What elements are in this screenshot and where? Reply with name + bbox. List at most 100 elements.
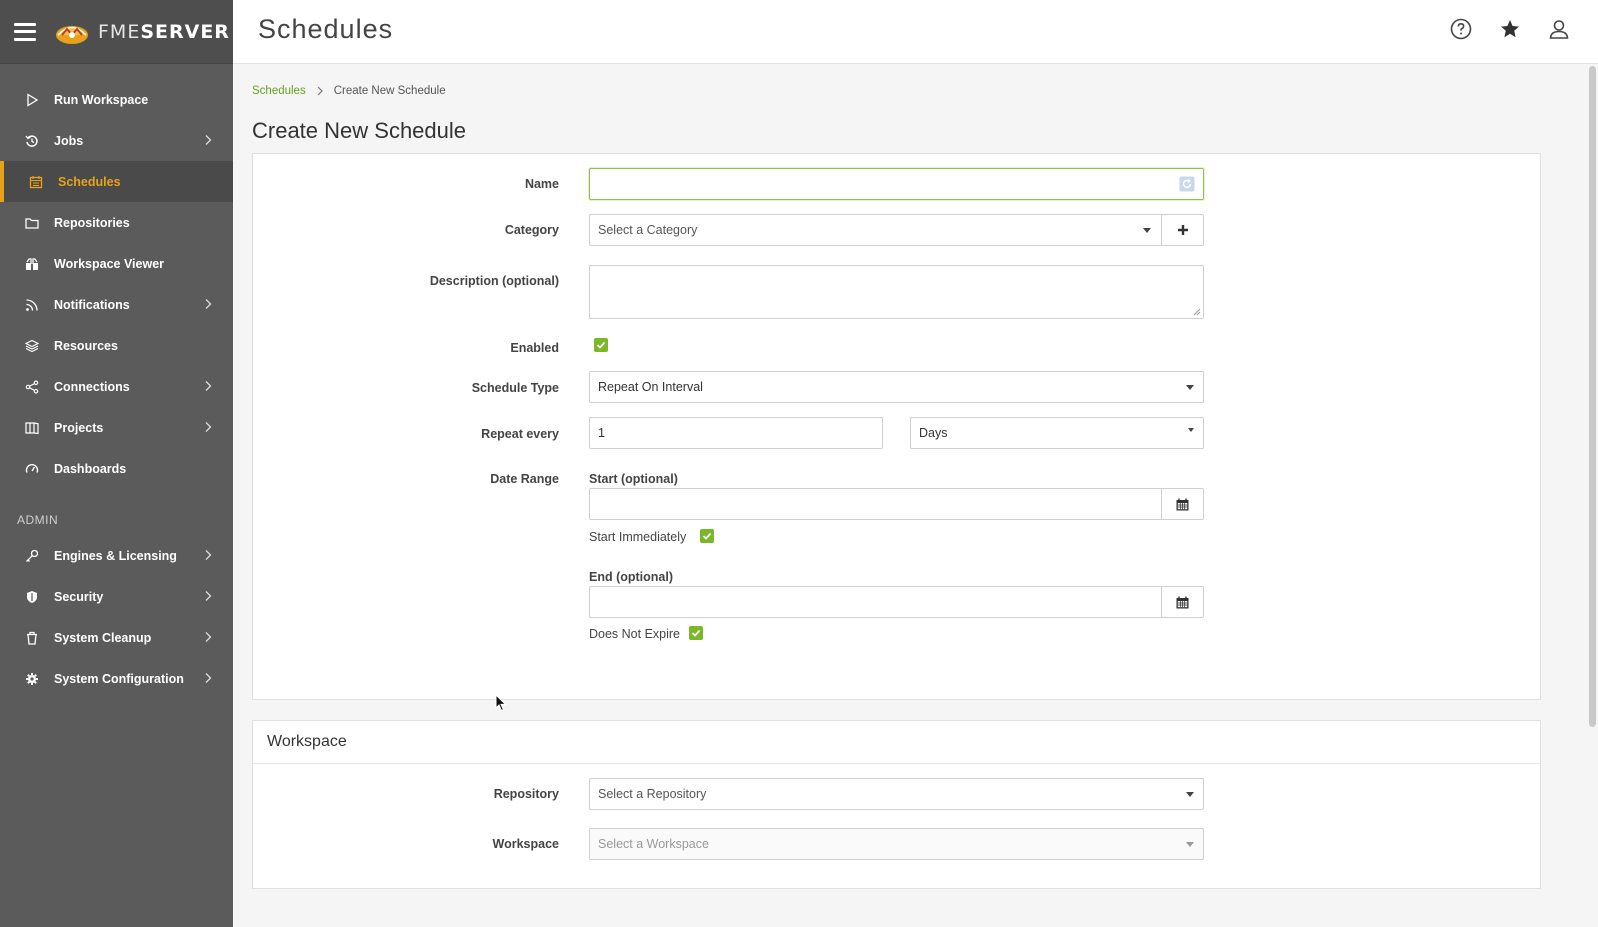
sidebar-item-engines-and-licensing[interactable]: Engines & Licensing xyxy=(0,535,233,576)
start-label: Start (optional) xyxy=(589,472,678,486)
sidebar-item-schedules[interactable]: Schedules xyxy=(0,161,233,202)
favorites-star-icon[interactable] xyxy=(1499,18,1521,40)
checkmark-icon xyxy=(596,341,606,349)
repository-select[interactable]: Select a Repository xyxy=(589,778,1204,810)
schedule-type-label: Schedule Type xyxy=(471,381,559,395)
sidebar-item-dashboards[interactable]: Dashboards xyxy=(0,448,233,489)
description-textarea[interactable] xyxy=(589,265,1204,319)
chevron-right-icon xyxy=(205,673,212,683)
schedule-type-select[interactable]: Repeat On Interval xyxy=(589,371,1204,403)
sidebar-item-system-cleanup[interactable]: System Cleanup xyxy=(0,617,233,658)
sidebar-item-label: Run Workspace xyxy=(54,92,149,107)
date-range-label: Date Range xyxy=(490,472,559,486)
sidebar-item-label: Projects xyxy=(54,420,104,435)
shield-icon xyxy=(25,590,39,604)
sidebar-item-label: Connections xyxy=(54,379,130,394)
description-label: Description (optional) xyxy=(429,274,559,288)
chevron-down-icon xyxy=(1186,385,1194,390)
sidebar-item-label: Notifications xyxy=(54,297,130,312)
gear-icon xyxy=(25,672,39,686)
start-date-input[interactable] xyxy=(589,488,1204,520)
add-category-button[interactable] xyxy=(1161,215,1203,245)
sidebar-nav: Run Workspace Jobs Schedules Repositories Wo… xyxy=(0,79,233,489)
end-calendar-button[interactable] xyxy=(1161,587,1203,617)
history-icon xyxy=(25,134,39,148)
calendar-icon xyxy=(1176,498,1189,510)
breadcrumb-link-schedules[interactable]: Schedules xyxy=(252,85,306,97)
sidebar-item-label: Repositories xyxy=(54,215,130,230)
start-immediately-label: Start Immediately xyxy=(589,530,687,544)
chevron-down-icon xyxy=(1186,842,1194,847)
play-icon xyxy=(25,92,39,107)
user-icon[interactable] xyxy=(1548,18,1570,40)
sidebar-item-label: Resources xyxy=(54,338,118,353)
start-immediately-checkbox[interactable] xyxy=(700,529,714,543)
sidebar-item-label: Schedules xyxy=(58,174,121,189)
repeat-every-label: Repeat every xyxy=(481,427,559,441)
sidebar-item-label: Engines & Licensing xyxy=(54,548,177,563)
sidebar-item-security[interactable]: Security xyxy=(0,576,233,617)
chevron-right-icon xyxy=(205,550,212,560)
sidebar-item-projects[interactable]: Projects xyxy=(0,407,233,448)
book-icon xyxy=(25,421,39,435)
breadcrumb-current: Create New Schedule xyxy=(333,85,446,97)
breadcrumb-separator-icon xyxy=(317,86,323,96)
chevron-right-icon xyxy=(205,422,212,432)
workspace-label: Workspace xyxy=(492,837,559,851)
key-icon xyxy=(25,549,39,563)
layers-icon xyxy=(25,339,39,353)
sidebar-item-label: System Configuration xyxy=(54,671,184,686)
refresh-icon[interactable] xyxy=(1179,176,1195,192)
chevron-right-icon xyxy=(205,381,212,391)
checkmark-icon xyxy=(691,629,701,637)
top-bar: Schedules xyxy=(233,0,1598,64)
binoculars-icon xyxy=(25,257,39,271)
sidebar-item-label: System Cleanup xyxy=(54,630,152,645)
does-not-expire-checkbox[interactable] xyxy=(689,626,703,640)
sidebar-admin-nav: Engines & Licensing Security System Cleanu… xyxy=(0,535,233,699)
resize-handle-icon[interactable] xyxy=(1193,308,1201,316)
sidebar-item-label: Dashboards xyxy=(54,461,127,476)
repeat-interval-input[interactable]: 1 xyxy=(589,417,883,449)
workspace-section-title: Workspace xyxy=(253,721,1540,764)
chevron-right-icon xyxy=(205,135,212,145)
category-label: Category xyxy=(504,223,559,237)
folder-icon xyxy=(25,216,39,230)
sidebar-item-label: Security xyxy=(54,589,104,604)
admin-section-label: ADMIN xyxy=(17,513,59,527)
sidebar-item-run-workspace[interactable]: Run Workspace xyxy=(0,79,233,120)
sidebar-item-workspace-viewer[interactable]: Workspace Viewer xyxy=(0,243,233,284)
plus-icon xyxy=(1177,225,1188,235)
sidebar-item-connections[interactable]: Connections xyxy=(0,366,233,407)
sidebar-item-system-configuration[interactable]: System Configuration xyxy=(0,658,233,699)
chevron-down-icon xyxy=(1186,792,1194,797)
fme-logo-icon xyxy=(56,25,88,44)
help-icon[interactable] xyxy=(1450,18,1472,40)
sidebar-item-notifications[interactable]: Notifications xyxy=(0,284,233,325)
repeat-unit-select[interactable]: Days xyxy=(910,417,1204,449)
start-calendar-button[interactable] xyxy=(1161,489,1203,519)
does-not-expire-label: Does Not Expire xyxy=(589,627,681,641)
category-select[interactable]: Select a Category xyxy=(589,214,1204,246)
share-icon xyxy=(25,379,39,394)
menu-icon[interactable] xyxy=(14,22,36,41)
repository-label: Repository xyxy=(493,787,559,801)
sidebar-item-jobs[interactable]: Jobs xyxy=(0,120,233,161)
enabled-checkbox[interactable] xyxy=(594,338,608,352)
sidebar-item-label: Workspace Viewer xyxy=(54,256,165,271)
page-title: Schedules xyxy=(258,14,394,44)
sidebar-item-label: Jobs xyxy=(54,133,84,148)
end-date-input[interactable] xyxy=(589,586,1204,618)
chevron-right-icon xyxy=(205,591,212,601)
workspace-select[interactable]: Select a Workspace xyxy=(589,828,1204,860)
chevron-right-icon xyxy=(205,299,212,309)
chevron-down-icon xyxy=(1188,428,1194,432)
name-label: Name xyxy=(524,177,559,191)
enabled-label: Enabled xyxy=(510,341,559,355)
brand-bar: FMESERVER xyxy=(0,0,233,64)
name-input[interactable] xyxy=(589,168,1204,200)
schedule-details-panel: Name Category Select a Category Descript… xyxy=(252,153,1541,700)
page-scrollbar[interactable] xyxy=(1589,66,1596,727)
sidebar-item-repositories[interactable]: Repositories xyxy=(0,202,233,243)
sidebar-item-resources[interactable]: Resources xyxy=(0,325,233,366)
